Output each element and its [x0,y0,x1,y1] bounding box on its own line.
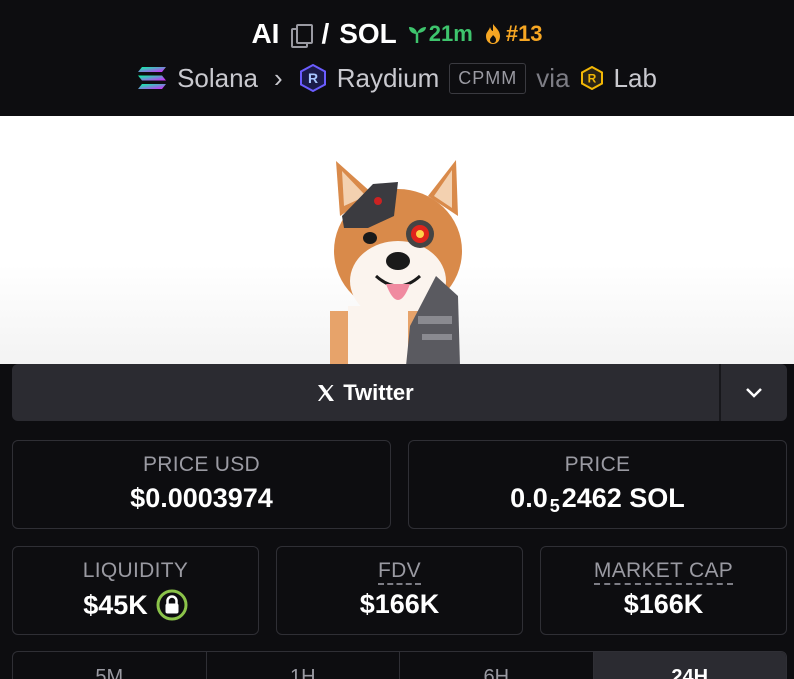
via-label: via [536,62,570,93]
tab-24h[interactable]: 24H [593,652,786,679]
pair-age-badge: 21m [407,21,473,47]
price-native-suffix: 2462 SOL [561,483,685,513]
market-cap-card: MARKET CAP $166K [540,546,787,635]
trending-rank: #13 [505,21,543,46]
trending-rank-badge: #13 [483,21,543,47]
svg-text:R: R [308,70,318,86]
chain-link[interactable]: Solana [177,63,258,94]
tab-6h[interactable]: 6H [400,652,594,679]
x-logo-icon [318,384,335,401]
price-native-prefix: 0.0 [510,483,548,513]
pair-separator: / [321,18,330,49]
market-cap-value: $166K [623,589,704,619]
liquidity-value: $45K [83,589,148,620]
breadcrumb: Solana › R Raydium CPMM via R Lab [0,58,794,98]
dex-link[interactable]: Raydium [337,63,440,94]
pair-title-row: AI / SOL 21m #13 [0,14,794,54]
solana-icon [138,67,167,89]
flame-icon [485,24,500,44]
price-native-zero-count: 5 [549,496,560,516]
tab-5m[interactable]: 5M [13,652,207,679]
market-cap-label[interactable]: MARKET CAP [593,559,734,585]
base-token-symbol: AI [251,18,280,49]
fdv-card: FDV $166K [276,546,523,635]
tab-1h[interactable]: 1H [207,652,400,679]
cyborg-shiba-image [330,160,462,364]
price-usd-value: $0.0003974 [130,483,273,513]
liquidity-card: LIQUIDITY $45K [12,546,259,635]
copy-icon[interactable] [289,23,314,48]
social-bar: Twitter [12,364,787,421]
pair-header: AI / SOL 21m #13 Solana › R Raydium CPMM… [0,0,794,116]
price-native-card: PRICE 0.0 5 2462 SOL [408,440,787,529]
market-cap-label-row: MARKET CAP [541,559,786,585]
chevron-down-icon [746,387,762,398]
quote-token-symbol: SOL [339,18,397,49]
price-native-label: PRICE [564,453,631,476]
sprout-icon [408,27,426,43]
twitter-button[interactable]: Twitter [12,364,721,421]
price-native-value: 0.0 5 2462 SOL [409,483,786,516]
chevron-right-icon: › [274,62,283,93]
raydium-icon: R [299,64,326,92]
fdv-label[interactable]: FDV [378,559,421,585]
timeframe-tabs: 5M 1H 6H 24H [12,651,787,679]
svg-text:R: R [587,72,596,86]
liquidity-value-row: $45K [13,589,258,621]
fdv-label-row: FDV [277,559,522,585]
liquidity-label: LIQUIDITY [82,559,189,582]
twitter-label: Twitter [343,379,414,405]
price-usd-label: PRICE USD [142,453,261,476]
pool-type-badge: CPMM [449,62,527,94]
more-links-button[interactable] [721,364,787,421]
launchpad-link[interactable]: Lab [614,63,657,94]
fdv-value: $166K [359,589,440,619]
launchpad-icon: R [580,66,603,90]
lock-icon[interactable] [156,589,188,621]
pair-age: 21m [428,21,473,46]
price-usd-card: PRICE USD $0.0003974 [12,440,391,529]
token-banner-image [0,116,794,364]
